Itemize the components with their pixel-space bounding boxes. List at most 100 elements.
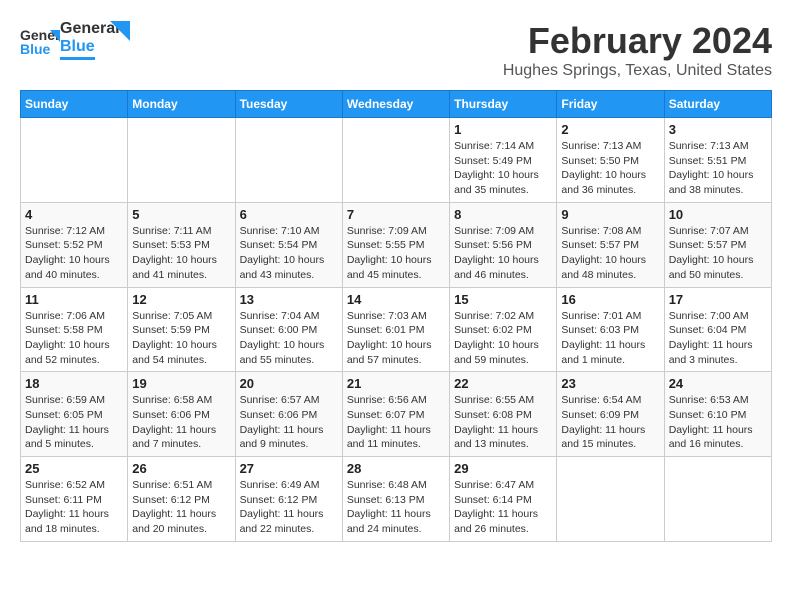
header-row: SundayMondayTuesdayWednesdayThursdayFrid… xyxy=(21,91,772,118)
calendar-cell: 4 Sunrise: 7:12 AM Sunset: 5:52 PM Daylig… xyxy=(21,202,128,287)
day-number: 19 xyxy=(132,376,230,391)
day-number: 7 xyxy=(347,207,445,222)
day-info: Sunrise: 7:05 AM Sunset: 5:59 PM Dayligh… xyxy=(132,309,230,368)
calendar-cell: 2Sunrise: 7:13 AM Sunset: 5:50 PM Daylig… xyxy=(557,118,664,203)
day-info: Sunrise: 7:12 AM Sunset: 5:52 PM Dayligh… xyxy=(25,224,123,283)
calendar-cell: 16 Sunrise: 7:01 AM Sunset: 6:03 PM Dayli… xyxy=(557,287,664,372)
day-info: Sunrise: 6:54 AM Sunset: 6:09 PM Dayligh… xyxy=(561,393,659,452)
day-info: Sunrise: 7:03 AM Sunset: 6:01 PM Dayligh… xyxy=(347,309,445,368)
day-info: Sunrise: 7:02 AM Sunset: 6:02 PM Dayligh… xyxy=(454,309,552,368)
day-info: Sunrise: 6:57 AM Sunset: 6:06 PM Dayligh… xyxy=(240,393,338,452)
week-row-4: 18 Sunrise: 6:59 AM Sunset: 6:05 PM Dayli… xyxy=(21,372,772,457)
day-number: 3 xyxy=(669,122,767,137)
calendar-cell: 25Sunrise: 6:52 AM Sunset: 6:11 PM Dayli… xyxy=(21,457,128,542)
day-number: 16 xyxy=(561,292,659,307)
day-number: 2 xyxy=(561,122,659,137)
day-number: 15 xyxy=(454,292,552,307)
week-row-2: 4 Sunrise: 7:12 AM Sunset: 5:52 PM Daylig… xyxy=(21,202,772,287)
calendar-table: SundayMondayTuesdayWednesdayThursdayFrid… xyxy=(20,90,772,542)
day-number: 8 xyxy=(454,207,552,222)
logo-triangle-icon xyxy=(110,21,130,41)
day-number: 18 xyxy=(25,376,123,391)
calendar-cell xyxy=(128,118,235,203)
day-info: Sunrise: 6:55 AM Sunset: 6:08 PM Dayligh… xyxy=(454,393,552,452)
day-number: 23 xyxy=(561,376,659,391)
day-info: Sunrise: 7:14 AM Sunset: 5:49 PM Dayligh… xyxy=(454,139,552,198)
day-info: Sunrise: 7:09 AM Sunset: 5:55 PM Dayligh… xyxy=(347,224,445,283)
day-info: Sunrise: 7:09 AM Sunset: 5:56 PM Dayligh… xyxy=(454,224,552,283)
calendar-cell: 8 Sunrise: 7:09 AM Sunset: 5:56 PM Daylig… xyxy=(450,202,557,287)
day-info: Sunrise: 6:47 AM Sunset: 6:14 PM Dayligh… xyxy=(454,478,552,537)
day-info: Sunrise: 7:06 AM Sunset: 5:58 PM Dayligh… xyxy=(25,309,123,368)
calendar-cell: 7 Sunrise: 7:09 AM Sunset: 5:55 PM Daylig… xyxy=(342,202,449,287)
day-number: 14 xyxy=(347,292,445,307)
day-info: Sunrise: 6:52 AM Sunset: 6:11 PM Dayligh… xyxy=(25,478,123,537)
day-number: 1 xyxy=(454,122,552,137)
week-row-1: 1 Sunrise: 7:14 AM Sunset: 5:49 PM Daylig… xyxy=(21,118,772,203)
calendar-cell xyxy=(21,118,128,203)
header-cell-tuesday: Tuesday xyxy=(235,91,342,118)
calendar-cell: 14 Sunrise: 7:03 AM Sunset: 6:01 PM Dayli… xyxy=(342,287,449,372)
day-number: 5 xyxy=(132,207,230,222)
calendar-cell: 13 Sunrise: 7:04 AM Sunset: 6:00 PM Dayli… xyxy=(235,287,342,372)
day-number: 26 xyxy=(132,461,230,476)
calendar-cell: 28 Sunrise: 6:48 AM Sunset: 6:13 PM Dayli… xyxy=(342,457,449,542)
title-block: February 2024 Hughes Springs, Texas, Uni… xyxy=(503,20,772,80)
day-info: Sunrise: 6:51 AM Sunset: 6:12 PM Dayligh… xyxy=(132,478,230,537)
header-cell-wednesday: Wednesday xyxy=(342,91,449,118)
day-info: Sunrise: 6:58 AM Sunset: 6:06 PM Dayligh… xyxy=(132,393,230,452)
calendar-cell: 29 Sunrise: 6:47 AM Sunset: 6:14 PM Dayli… xyxy=(450,457,557,542)
day-info: Sunrise: 7:01 AM Sunset: 6:03 PM Dayligh… xyxy=(561,309,659,368)
calendar-cell: 10 Sunrise: 7:07 AM Sunset: 5:57 PM Dayli… xyxy=(664,202,771,287)
day-info: Sunrise: 6:59 AM Sunset: 6:05 PM Dayligh… xyxy=(25,393,123,452)
calendar-cell: 18 Sunrise: 6:59 AM Sunset: 6:05 PM Dayli… xyxy=(21,372,128,457)
day-info: Sunrise: 7:08 AM Sunset: 5:57 PM Dayligh… xyxy=(561,224,659,283)
calendar-cell: 22 Sunrise: 6:55 AM Sunset: 6:08 PM Dayli… xyxy=(450,372,557,457)
calendar-cell: 19 Sunrise: 6:58 AM Sunset: 6:06 PM Dayli… xyxy=(128,372,235,457)
day-info: Sunrise: 6:53 AM Sunset: 6:10 PM Dayligh… xyxy=(669,393,767,452)
calendar-cell: 26 Sunrise: 6:51 AM Sunset: 6:12 PM Dayli… xyxy=(128,457,235,542)
day-info: Sunrise: 7:00 AM Sunset: 6:04 PM Dayligh… xyxy=(669,309,767,368)
location: Hughes Springs, Texas, United States xyxy=(503,62,772,80)
day-number: 12 xyxy=(132,292,230,307)
day-number: 11 xyxy=(25,292,123,307)
day-number: 6 xyxy=(240,207,338,222)
day-number: 22 xyxy=(454,376,552,391)
calendar-cell: 12 Sunrise: 7:05 AM Sunset: 5:59 PM Dayli… xyxy=(128,287,235,372)
header-cell-friday: Friday xyxy=(557,91,664,118)
calendar-cell: 24 Sunrise: 6:53 AM Sunset: 6:10 PM Dayli… xyxy=(664,372,771,457)
calendar-cell xyxy=(664,457,771,542)
calendar-cell xyxy=(557,457,664,542)
day-number: 10 xyxy=(669,207,767,222)
day-number: 28 xyxy=(347,461,445,476)
day-number: 4 xyxy=(25,207,123,222)
day-info: Sunrise: 7:04 AM Sunset: 6:00 PM Dayligh… xyxy=(240,309,338,368)
calendar-cell: 20 Sunrise: 6:57 AM Sunset: 6:06 PM Dayli… xyxy=(235,372,342,457)
day-number: 29 xyxy=(454,461,552,476)
logo: General Blue General Blue xyxy=(20,20,130,60)
day-info: Sunrise: 7:13 AM Sunset: 5:51 PM Dayligh… xyxy=(669,139,767,198)
calendar-cell: 1 Sunrise: 7:14 AM Sunset: 5:49 PM Daylig… xyxy=(450,118,557,203)
day-number: 20 xyxy=(240,376,338,391)
day-info: Sunrise: 6:56 AM Sunset: 6:07 PM Dayligh… xyxy=(347,393,445,452)
calendar-cell xyxy=(342,118,449,203)
calendar-cell: 6Sunrise: 7:10 AM Sunset: 5:54 PM Daylig… xyxy=(235,202,342,287)
calendar-cell: 5Sunrise: 7:11 AM Sunset: 5:53 PM Daylig… xyxy=(128,202,235,287)
day-number: 13 xyxy=(240,292,338,307)
week-row-3: 11 Sunrise: 7:06 AM Sunset: 5:58 PM Dayli… xyxy=(21,287,772,372)
svg-text:Blue: Blue xyxy=(20,41,51,57)
calendar-cell: 23 Sunrise: 6:54 AM Sunset: 6:09 PM Dayli… xyxy=(557,372,664,457)
calendar-cell: 27Sunrise: 6:49 AM Sunset: 6:12 PM Dayli… xyxy=(235,457,342,542)
header-cell-monday: Monday xyxy=(128,91,235,118)
day-number: 24 xyxy=(669,376,767,391)
day-number: 17 xyxy=(669,292,767,307)
calendar-body: 1 Sunrise: 7:14 AM Sunset: 5:49 PM Daylig… xyxy=(21,118,772,542)
header-cell-saturday: Saturday xyxy=(664,91,771,118)
calendar-cell: 17 Sunrise: 7:00 AM Sunset: 6:04 PM Dayli… xyxy=(664,287,771,372)
calendar-cell: 3 Sunrise: 7:13 AM Sunset: 5:51 PM Daylig… xyxy=(664,118,771,203)
header-cell-sunday: Sunday xyxy=(21,91,128,118)
day-info: Sunrise: 6:48 AM Sunset: 6:13 PM Dayligh… xyxy=(347,478,445,537)
calendar-cell xyxy=(235,118,342,203)
day-info: Sunrise: 7:07 AM Sunset: 5:57 PM Dayligh… xyxy=(669,224,767,283)
header-cell-thursday: Thursday xyxy=(450,91,557,118)
